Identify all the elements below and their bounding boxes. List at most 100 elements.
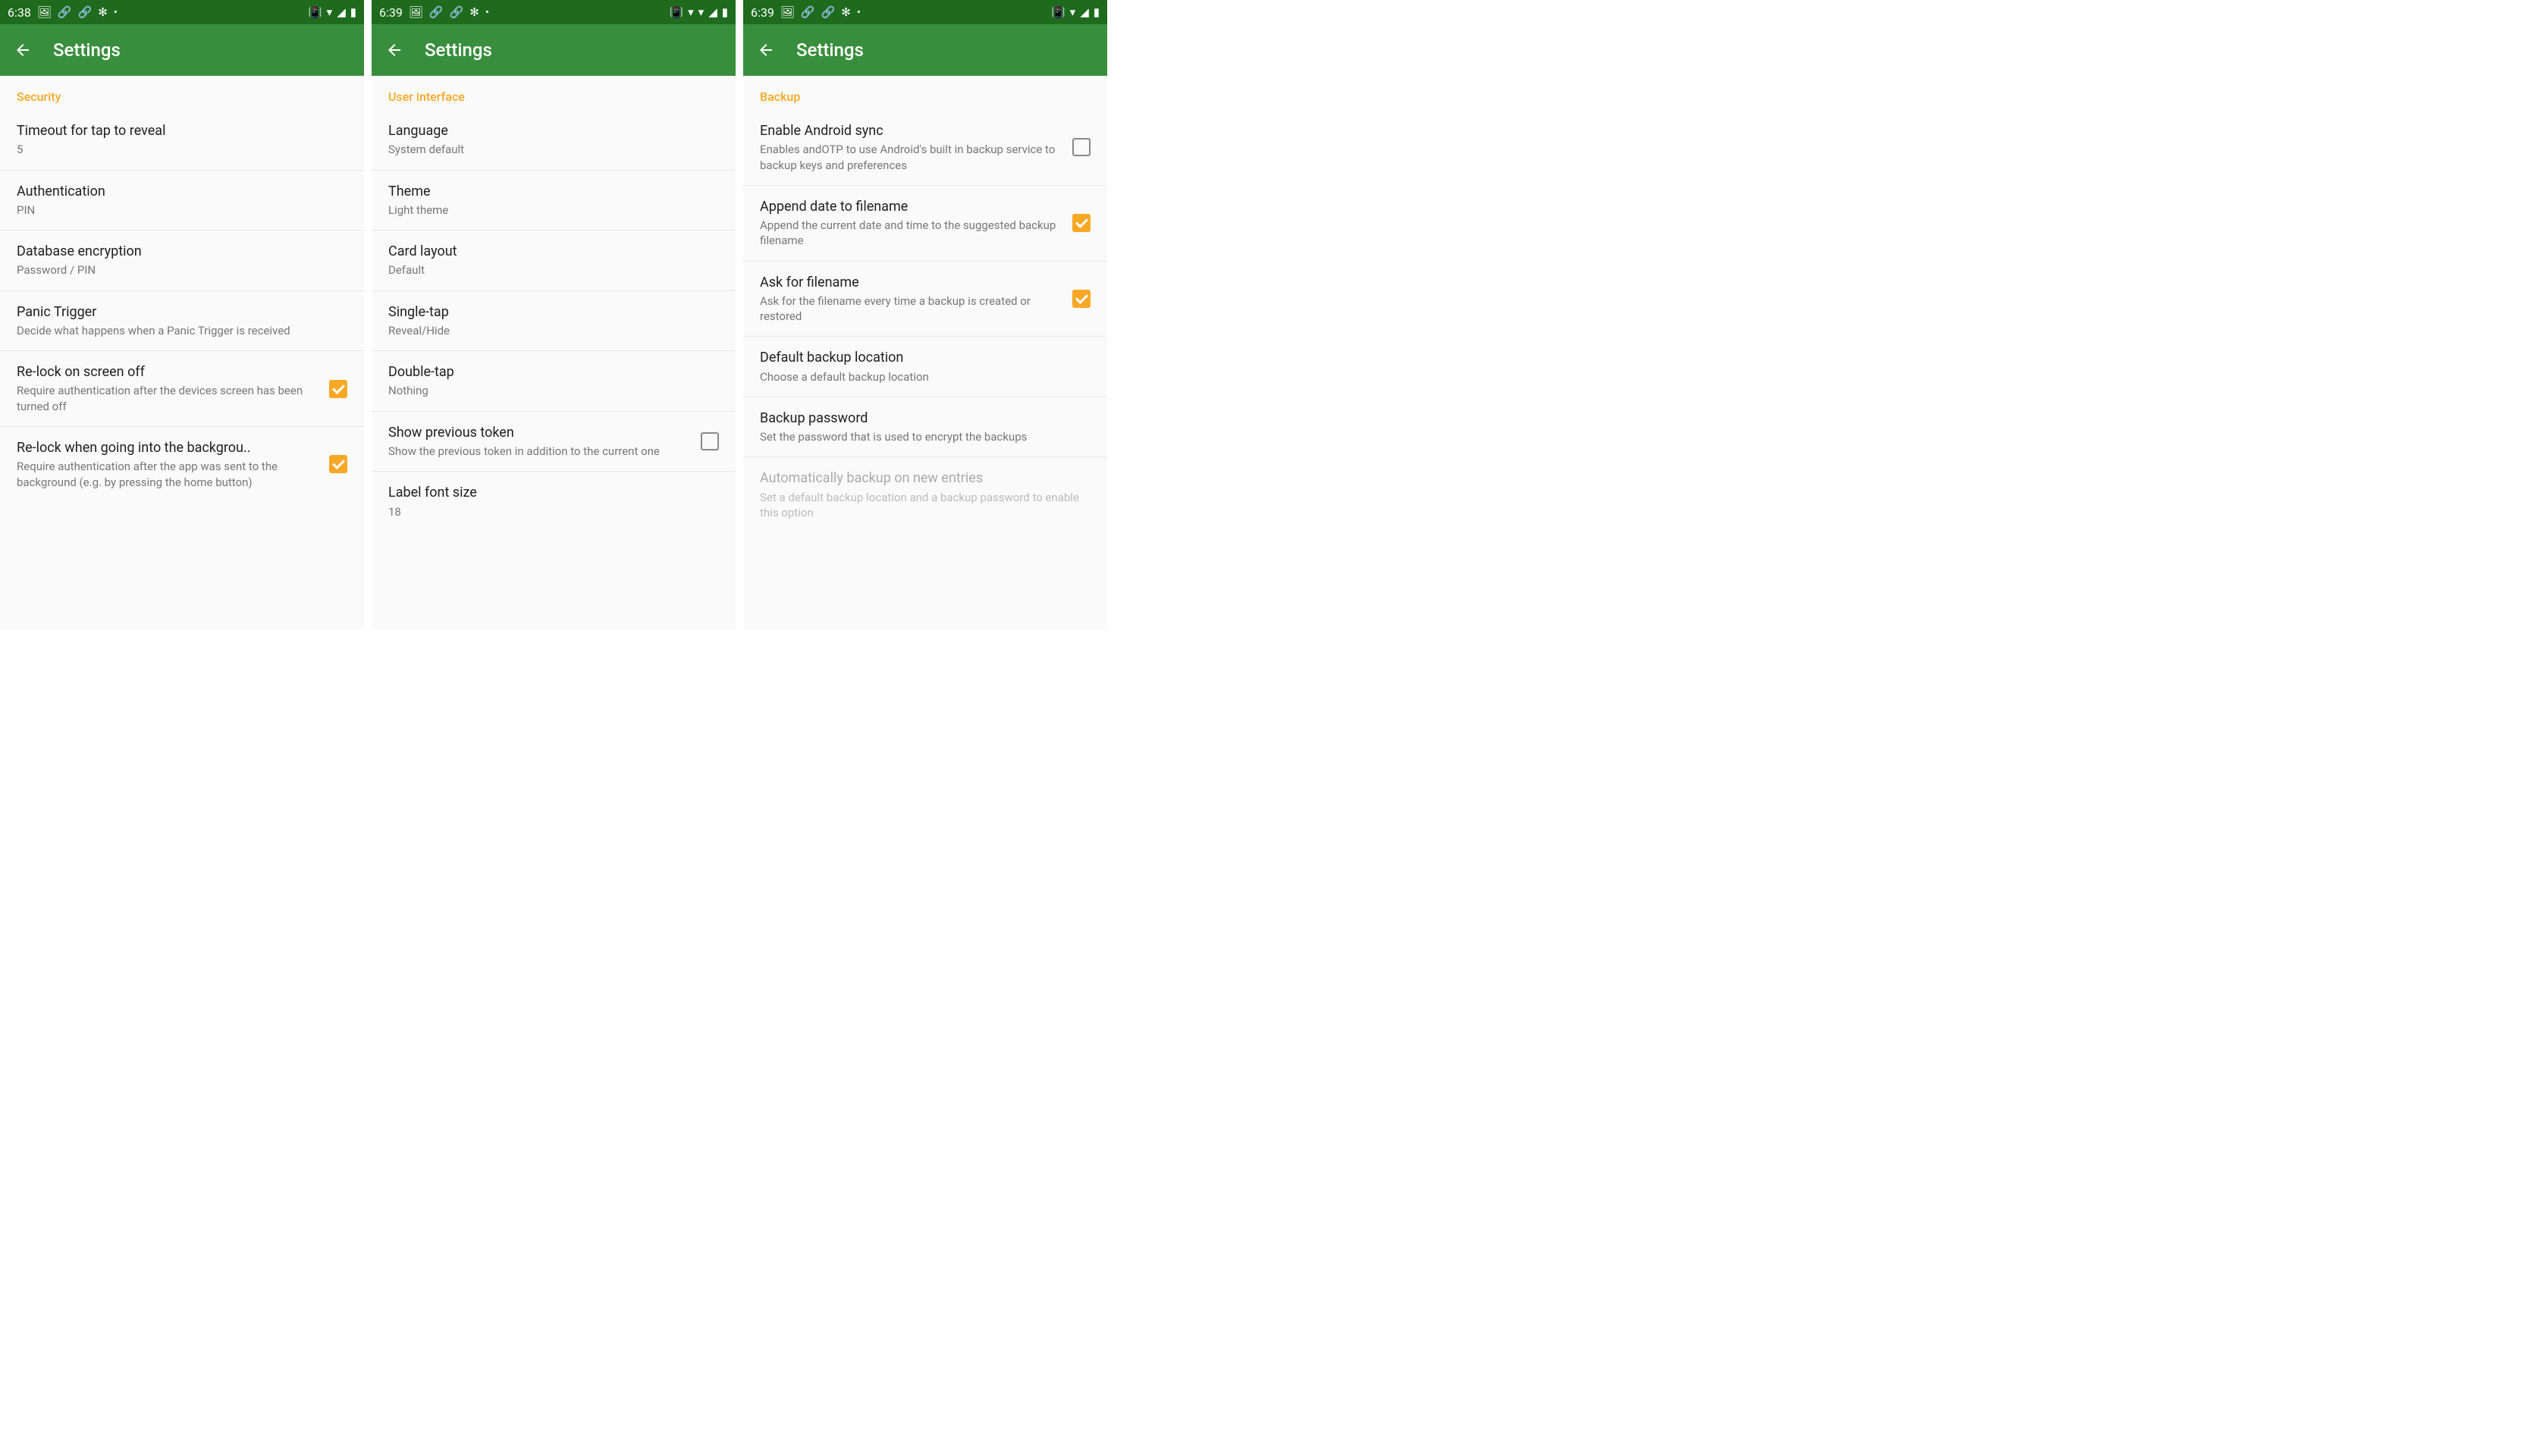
- row-backup-password[interactable]: Backup password Set the password that is…: [743, 397, 1107, 458]
- row-title: Ask for filename: [760, 274, 1060, 292]
- back-button[interactable]: [385, 41, 403, 59]
- battery-icon: ▮: [722, 7, 728, 18]
- row-sub: Enables andOTP to use Android's built in…: [760, 142, 1060, 173]
- status-dot-icon: •: [857, 7, 861, 18]
- row-show-previous-token[interactable]: Show previous token Show the previous to…: [372, 412, 736, 472]
- vibrate-icon: 📳: [1051, 7, 1066, 18]
- arrow-back-icon: [14, 41, 32, 59]
- status-image-icon: 🖼: [409, 7, 423, 18]
- status-pinwheel-icon: ✻: [98, 7, 108, 18]
- row-double-tap[interactable]: Double-tap Nothing: [372, 351, 736, 412]
- status-time: 6:39: [379, 5, 403, 20]
- row-sub: Light theme: [388, 202, 719, 218]
- row-title: Panic Trigger: [17, 303, 347, 322]
- caret-down-icon: ▾: [688, 7, 694, 18]
- app-bar: Settings: [743, 24, 1107, 76]
- checkbox-relock-screen-off[interactable]: [329, 380, 347, 398]
- row-sub: Show the previous token in addition to t…: [388, 444, 689, 459]
- row-title: Enable Android sync: [760, 122, 1060, 140]
- row-sub: Nothing: [388, 383, 719, 398]
- status-dot-icon: •: [114, 7, 118, 18]
- back-button[interactable]: [757, 41, 775, 59]
- settings-list: User interface Language System default T…: [372, 76, 736, 629]
- settings-list: Backup Enable Android sync Enables andOT…: [743, 76, 1107, 629]
- status-image-icon: 🖼: [780, 7, 795, 18]
- row-title: Theme: [388, 183, 719, 201]
- row-auto-backup: Automatically backup on new entries Set …: [743, 457, 1107, 532]
- appbar-title: Settings: [796, 39, 864, 61]
- row-label-font-size[interactable]: Label font size 18: [372, 472, 736, 532]
- row-sub: Require authentication after the devices…: [17, 383, 317, 414]
- row-title: Backup password: [760, 410, 1091, 428]
- appbar-title: Settings: [53, 39, 121, 61]
- row-sub: Set the password that is used to encrypt…: [760, 429, 1091, 444]
- checkbox-android-sync[interactable]: [1072, 138, 1091, 156]
- checkbox-relock-background[interactable]: [329, 455, 347, 473]
- row-default-backup-location[interactable]: Default backup location Choose a default…: [743, 337, 1107, 397]
- signal-icon: ◢: [1080, 7, 1089, 18]
- section-header-backup: Backup: [743, 76, 1107, 110]
- section-header-security: Security: [0, 76, 364, 110]
- row-sub: Default: [388, 262, 719, 278]
- status-time: 6:39: [751, 5, 774, 20]
- app-bar: Settings: [0, 24, 364, 76]
- row-enable-android-sync[interactable]: Enable Android sync Enables andOTP to us…: [743, 110, 1107, 186]
- status-sync-icon: 🔗: [429, 7, 444, 18]
- screen-backup: 6:39 🖼 🔗 🔗 ✻ • 📳 ▾ ◢ ▮ Settings Backup E…: [743, 0, 1107, 629]
- arrow-back-icon: [385, 41, 403, 59]
- signal-icon: ◢: [337, 7, 346, 18]
- checkbox-ask-filename[interactable]: [1072, 290, 1091, 308]
- row-title: Language: [388, 122, 719, 140]
- status-sync-icon: 🔗: [801, 7, 815, 18]
- settings-list: Security Timeout for tap to reveal 5 Aut…: [0, 76, 364, 629]
- vibrate-icon: 📳: [669, 7, 683, 18]
- row-theme[interactable]: Theme Light theme: [372, 171, 736, 231]
- row-sub: 5: [17, 142, 347, 157]
- status-dot-icon: •: [485, 7, 489, 18]
- row-sub: Decide what happens when a Panic Trigger…: [17, 323, 347, 338]
- row-title: Re-lock when going into the backgrou..: [17, 439, 317, 457]
- row-database-encryption[interactable]: Database encryption Password / PIN: [0, 231, 364, 291]
- section-header-ui: User interface: [372, 76, 736, 110]
- row-title: Automatically backup on new entries: [760, 469, 1091, 488]
- status-image-icon: 🖼: [37, 7, 52, 18]
- row-panic-trigger[interactable]: Panic Trigger Decide what happens when a…: [0, 291, 364, 352]
- status-bar: 6:39 🖼 🔗 🔗 ✻ • 📳 ▾ ◢ ▮: [743, 0, 1107, 24]
- row-title: Authentication: [17, 183, 347, 201]
- row-title: Label font size: [388, 484, 719, 502]
- row-single-tap[interactable]: Single-tap Reveal/Hide: [372, 291, 736, 352]
- status-time: 6:38: [8, 5, 31, 20]
- row-append-date[interactable]: Append date to filename Append the curre…: [743, 186, 1107, 262]
- row-relock-background[interactable]: Re-lock when going into the backgrou.. R…: [0, 427, 364, 502]
- row-sub: Append the current date and time to the …: [760, 218, 1060, 249]
- row-sub: Password / PIN: [17, 262, 347, 278]
- status-sync-icon: 🔗: [78, 7, 93, 18]
- row-timeout-tap-reveal[interactable]: Timeout for tap to reveal 5: [0, 110, 364, 171]
- row-title: Timeout for tap to reveal: [17, 122, 347, 140]
- battery-icon: ▮: [350, 7, 356, 18]
- row-sub: System default: [388, 142, 719, 157]
- wifi-icon: ▾: [327, 7, 333, 18]
- row-authentication[interactable]: Authentication PIN: [0, 171, 364, 231]
- wifi-icon: ▾: [698, 7, 705, 18]
- status-bar: 6:39 🖼 🔗 🔗 ✻ • 📳 ▾ ▾ ◢ ▮: [372, 0, 736, 24]
- row-sub: Ask for the filename every time a backup…: [760, 293, 1060, 325]
- row-sub: PIN: [17, 202, 347, 218]
- status-sync-icon: 🔗: [450, 7, 464, 18]
- row-title: Single-tap: [388, 303, 719, 322]
- row-relock-screen-off[interactable]: Re-lock on screen off Require authentica…: [0, 351, 364, 427]
- row-card-layout[interactable]: Card layout Default: [372, 231, 736, 291]
- row-title: Re-lock on screen off: [17, 363, 317, 381]
- row-language[interactable]: Language System default: [372, 110, 736, 171]
- vibrate-icon: 📳: [308, 7, 322, 18]
- row-title: Show previous token: [388, 424, 689, 442]
- back-button[interactable]: [14, 41, 32, 59]
- checkbox-append-date[interactable]: [1072, 214, 1091, 232]
- row-ask-filename[interactable]: Ask for filename Ask for the filename ev…: [743, 262, 1107, 337]
- app-bar: Settings: [372, 24, 736, 76]
- battery-icon: ▮: [1094, 7, 1100, 18]
- checkbox-show-previous-token[interactable]: [701, 432, 719, 450]
- row-sub: Require authentication after the app was…: [17, 459, 317, 490]
- status-sync-icon: 🔗: [821, 7, 836, 18]
- screen-security: 6:38 🖼 🔗 🔗 ✻ • 📳 ▾ ◢ ▮ Settings Security…: [0, 0, 364, 629]
